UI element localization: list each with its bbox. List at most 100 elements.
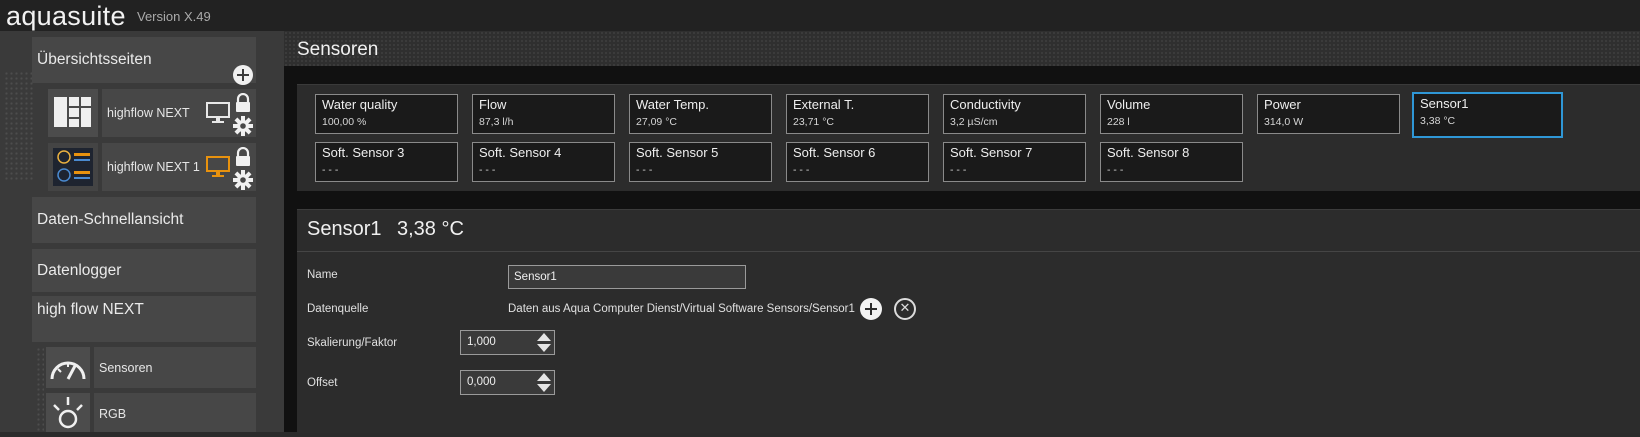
sensor-tile-value: - - - [950,164,967,176]
source-label: Datenquelle [307,303,369,315]
sensor-tile[interactable]: Soft. Sensor 3 - - - [315,142,458,182]
add-page-icon[interactable] [233,65,253,85]
sensor-tile-value: 100,00 % [322,116,367,128]
sensor-tile[interactable]: Soft. Sensor 7 - - - [943,142,1086,182]
gear-icon[interactable] [232,115,254,137]
detail-value: 3,38 °C [397,218,464,240]
increment-arrow-icon[interactable] [537,373,551,381]
page-label-1: highflow NEXT [107,106,190,120]
sensor-tile-value: - - - [479,164,496,176]
sensor-tile-value: 3,38 °C [1420,115,1456,127]
sensor-tile[interactable]: Volume 228 l [1100,94,1243,134]
light-icon [53,397,83,429]
sensor-tile-value: 27,09 °C [636,116,677,128]
app-version: Version X.49 [137,9,211,24]
source-value: Daten aus Aqua Computer Dienst/Virtual S… [508,303,855,315]
offset-stepper[interactable]: 0,000 [460,370,555,395]
sidebar-item-sensors[interactable]: Sensoren [94,347,256,388]
sidebar-item-page-2[interactable]: highflow NEXT 1 [102,143,256,191]
title-bar: aquasuite Version X.49 [0,0,1640,31]
sensor-tile-value: 314,0 W [1264,116,1304,128]
sensor-tile-name: Water quality [322,97,398,112]
device-label: high flow NEXT [37,301,144,318]
sensor-tile-value: 3,2 µS/cm [950,116,998,128]
remove-source-button[interactable]: ✕ [894,298,916,320]
scale-stepper[interactable]: 1,000 [460,330,555,355]
sensor-tile[interactable]: Water quality 100,00 % [315,94,458,134]
sensor-tile-name: Power [1264,97,1301,112]
sensor-tile[interactable]: Conductivity 3,2 µS/cm [943,94,1086,134]
rgb-thumbnail[interactable] [46,393,90,432]
page-label-2: highflow NEXT 1 [107,160,200,174]
sidebar: Übersichtsseiten highflow NEXT highflow … [0,31,284,432]
scale-label: Skalierung/Faktor [307,337,398,349]
gauge-icon [50,361,86,380]
sensors-label: Sensoren [99,361,153,375]
sensor-tile-value: - - - [793,164,810,176]
main-header: Sensoren [284,31,1640,66]
name-label: Name [307,269,338,281]
scale-value: 1,000 [467,336,496,348]
dashboard-thumbnail-icon [53,148,93,186]
sidebar-item-page-1[interactable]: highflow NEXT [102,89,256,137]
overview-pages-label: Übersichtsseiten [37,51,152,68]
name-field[interactable]: Sensor1 [508,265,746,289]
quickview-label: Daten-Schnellansicht [37,211,184,228]
sensor-tile[interactable]: Soft. Sensor 5 - - - [629,142,772,182]
sidebar-item-rgb[interactable]: RGB [94,393,256,432]
sidebar-item-datalogger[interactable]: Datenlogger [32,249,256,292]
sensor-tile[interactable]: Soft. Sensor 4 - - - [472,142,615,182]
sidebar-item-quickview[interactable]: Daten-Schnellansicht [32,197,256,243]
monitor-icon[interactable] [206,156,230,178]
decrement-arrow-icon[interactable] [537,344,551,352]
lock-icon[interactable] [234,147,252,167]
add-source-button[interactable] [860,298,882,320]
sensor-tile-panel: Water quality 100,00 % Flow 87,3 l/h Water T… [297,84,1640,191]
sensor-tile-value: - - - [322,164,339,176]
sidebar-decoration [4,71,34,181]
sensor-tile-name: Soft. Sensor 7 [950,145,1033,160]
sensors-thumbnail[interactable] [46,347,90,388]
layout-icon [54,97,91,127]
sensor-tile[interactable]: Water Temp. 27,09 °C [629,94,772,134]
decrement-arrow-icon[interactable] [537,384,551,392]
page-thumbnail-1[interactable] [48,89,98,137]
sensor-tile[interactable]: Power 314,0 W [1257,94,1400,134]
lock-icon[interactable] [234,93,252,113]
sensor-tile[interactable]: Soft. Sensor 8 - - - [1100,142,1243,182]
overview-pages-section[interactable]: Übersichtsseiten [32,37,256,85]
sensor-tile-name: Soft. Sensor 5 [636,145,719,160]
sensor-tile-name: Soft. Sensor 3 [322,145,405,160]
sensor-tile-name: Flow [479,97,507,112]
page-title: Sensoren [297,39,379,60]
sensor-detail-panel: Sensor1 3,38 °C Name Sensor1 Datenquelle… [297,209,1640,433]
divider [297,251,1640,252]
sensor-tile[interactable]: Sensor1 3,38 °C [1412,92,1563,138]
sidebar-device-section[interactable]: high flow NEXT [32,296,256,342]
gear-icon[interactable] [232,169,254,191]
main-panel: Sensoren Water quality 100,00 % Flow 87,3 l… [284,31,1640,433]
sensor-tile-name: Sensor1 [1420,96,1469,111]
sensor-tile-value: 228 l [1107,116,1130,128]
sensor-tile-value: - - - [636,164,653,176]
rgb-label: RGB [99,407,127,421]
datalogger-label: Datenlogger [37,262,122,279]
sensor-tile-name: Soft. Sensor 4 [479,145,562,160]
app-logo: aquasuite [6,1,126,31]
sidebar-decoration [36,347,44,432]
sensor-tile[interactable]: Soft. Sensor 6 - - - [786,142,929,182]
offset-label: Offset [307,377,338,389]
sensor-tile-name: Soft. Sensor 8 [1107,145,1190,160]
sensor-tile-value: - - - [1107,164,1124,176]
sensor-tile-name: Soft. Sensor 6 [793,145,876,160]
monitor-icon[interactable] [206,102,230,124]
sensor-tile[interactable]: External T. 23,71 °C [786,94,929,134]
sensor-tile-value: 87,3 l/h [479,116,514,128]
sensor-tile-name: Conductivity [950,97,1021,112]
sensor-tile-name: Volume [1107,97,1151,112]
sensor-tile-name: External T. [793,97,855,112]
detail-title: Sensor1 [307,218,382,240]
page-thumbnail-2[interactable] [48,143,98,191]
sensor-tile[interactable]: Flow 87,3 l/h [472,94,615,134]
increment-arrow-icon[interactable] [537,333,551,341]
